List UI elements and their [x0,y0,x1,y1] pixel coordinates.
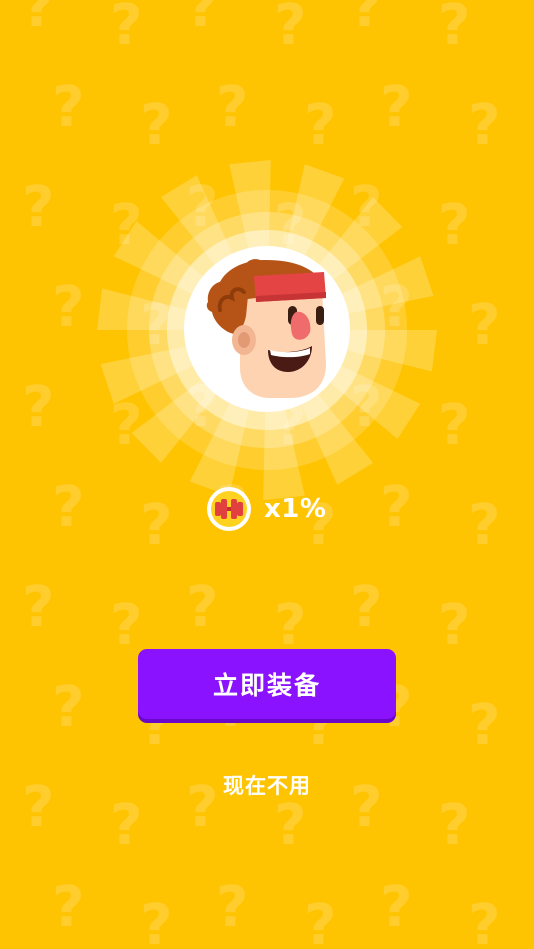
question-mark-icon: ? [468,893,501,949]
question-mark-icon: ? [110,0,143,58]
question-mark-icon: ? [52,75,85,140]
question-mark-icon: ? [380,75,413,140]
question-mark-icon: ? [52,675,85,740]
bonus-row: x1% [206,486,326,532]
question-mark-icon: ? [380,875,413,940]
avatar [184,246,350,412]
question-mark-icon: ? [216,75,249,140]
question-mark-icon: ? [22,775,55,840]
question-mark-icon: ? [468,293,501,358]
question-mark-icon: ? [216,875,249,940]
question-mark-icon: ? [22,0,55,40]
question-mark-icon: ? [438,593,471,658]
question-mark-icon: ? [274,593,307,658]
question-mark-icon: ? [52,875,85,940]
question-mark-icon: ? [274,0,307,58]
question-mark-icon: ? [468,493,501,558]
question-mark-icon: ? [110,593,143,658]
question-mark-icon: ? [186,575,219,640]
not-now-label: 现在不用 [223,774,311,798]
not-now-button[interactable]: 现在不用 [167,765,367,805]
equip-now-label: 立即装备 [212,671,321,700]
cartoon-boy-avatar-icon [206,259,326,398]
question-mark-icon: ? [22,175,55,240]
question-mark-icon: ? [304,893,337,949]
question-mark-icon: ? [140,893,173,949]
question-mark-icon: ? [438,793,471,858]
equip-now-button[interactable]: 立即装备 [138,649,396,719]
question-mark-icon: ? [22,575,55,640]
dumbbell-coin-icon [207,487,251,531]
question-mark-icon: ? [110,793,143,858]
question-mark-icon: ? [438,0,471,58]
question-mark-icon: ? [350,575,383,640]
question-mark-icon: ? [468,693,501,758]
question-mark-icon: ? [468,93,501,158]
question-mark-icon: ? [274,793,307,858]
question-mark-icon: ? [186,0,219,40]
question-mark-icon: ? [350,0,383,40]
question-mark-icon: ? [22,375,55,440]
reward-screen: ????????????????????????????????????????… [0,0,534,949]
bonus-multiplier: x1% [264,494,327,524]
